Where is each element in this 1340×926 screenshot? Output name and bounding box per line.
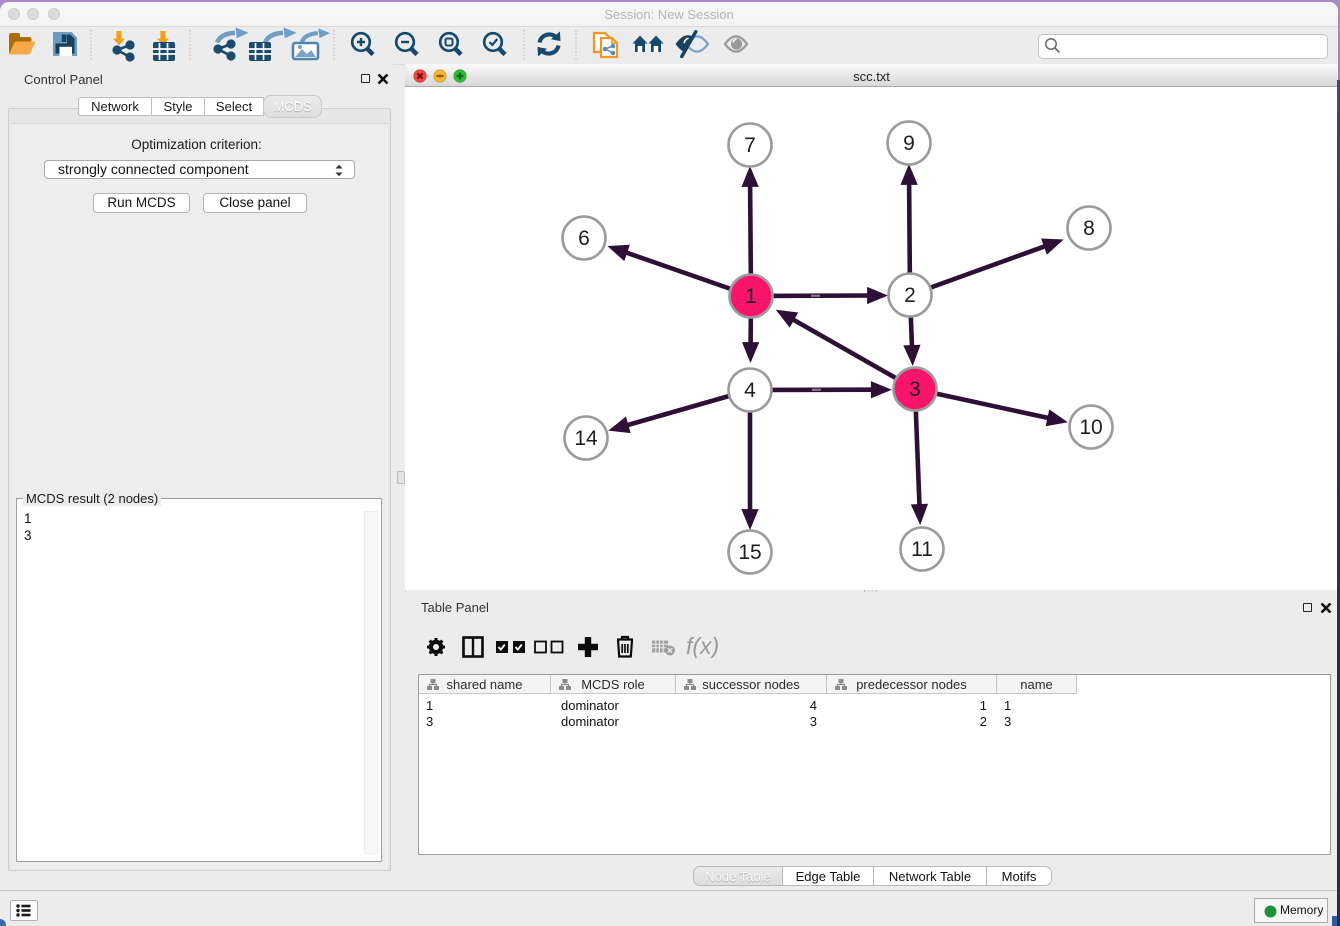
svg-text:4: 4 <box>744 379 756 402</box>
svg-text:2: 2 <box>904 284 916 307</box>
svg-text:15: 15 <box>738 541 761 564</box>
svg-text:10: 10 <box>1079 416 1102 439</box>
svg-text:9: 9 <box>903 132 915 155</box>
svg-text:11: 11 <box>911 538 933 561</box>
svg-text:1: 1 <box>745 285 757 308</box>
svg-text:14: 14 <box>574 427 598 450</box>
svg-text:3: 3 <box>909 378 921 401</box>
svg-text:8: 8 <box>1083 217 1095 240</box>
svg-text:f(x): f(x) <box>686 633 719 658</box>
svg-text:7: 7 <box>744 134 756 157</box>
svg-text:6: 6 <box>578 227 590 250</box>
